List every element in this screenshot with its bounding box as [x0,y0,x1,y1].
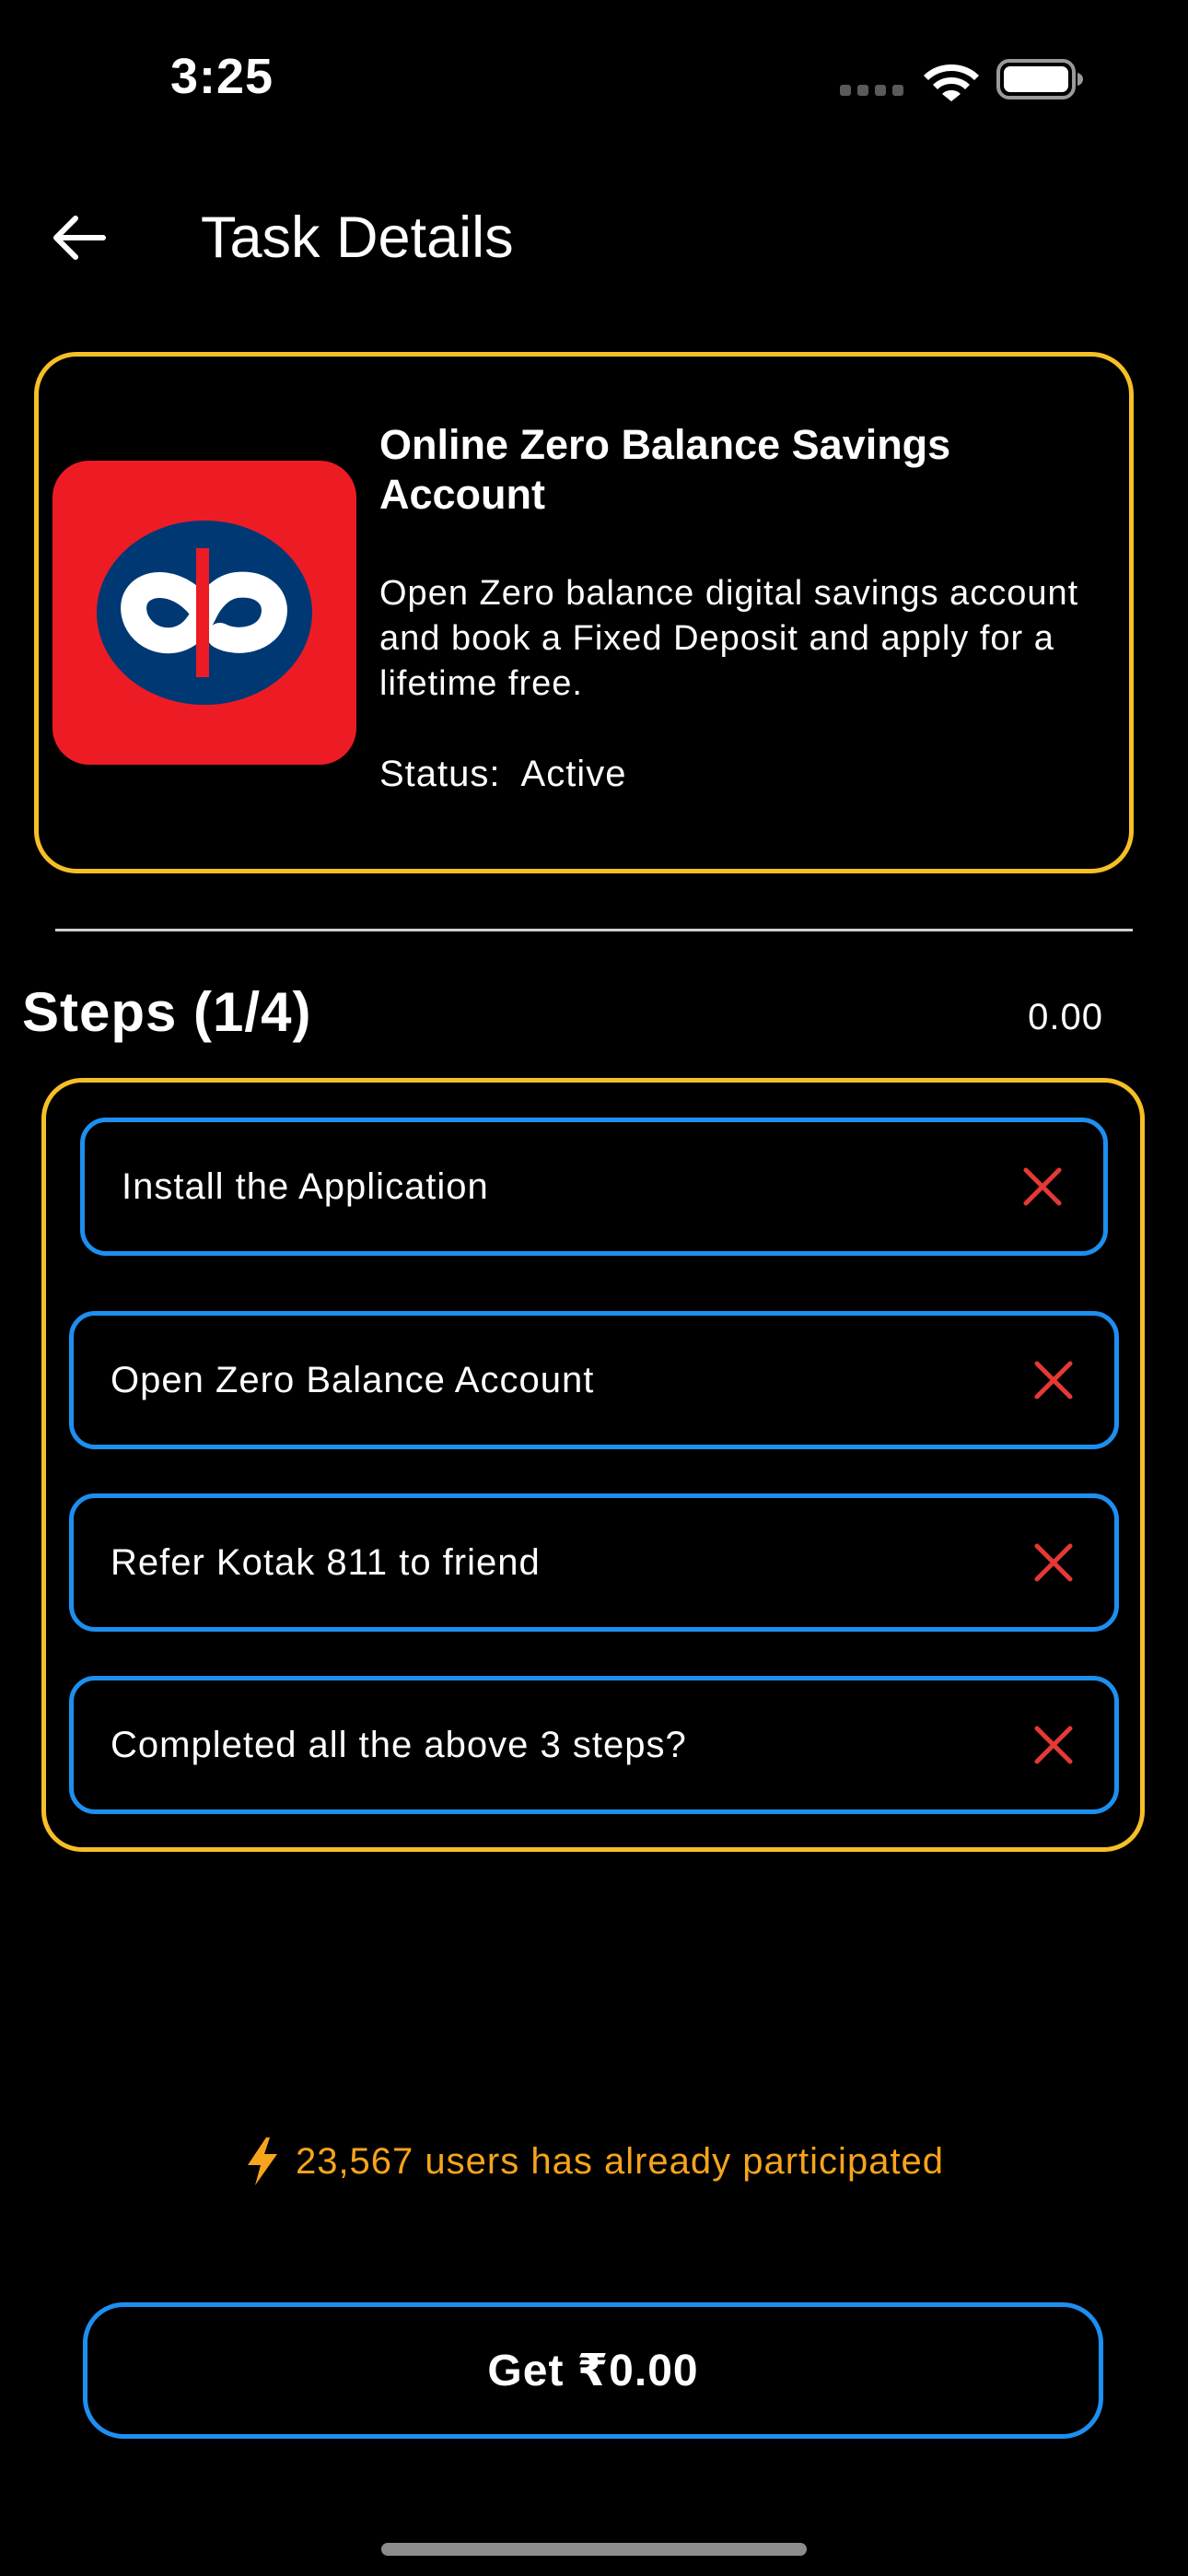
home-indicator[interactable] [381,2543,807,2556]
step-label: Refer Kotak 811 to friend [111,1541,541,1583]
steps-heading: Steps (1/4) [22,981,312,1043]
kotak-logo [52,461,356,765]
close-icon [1034,1361,1073,1399]
status-label: Status: [379,754,501,794]
section-divider [55,929,1133,931]
step-item[interactable]: Open Zero Balance Account [69,1311,1119,1449]
close-icon [1034,1726,1073,1764]
step-label: Open Zero Balance Account [111,1359,595,1400]
step-item[interactable]: Refer Kotak 811 to friend [69,1493,1119,1632]
step-item[interactable]: Install the Application [80,1118,1108,1256]
step-label: Completed all the above 3 steps? [111,1724,687,1765]
task-description: Open Zero balance digital savings accoun… [379,574,1079,703]
page-title: Task Details [201,205,514,270]
step-item[interactable]: Completed all the above 3 steps? [69,1676,1119,1814]
close-icon [1023,1167,1062,1206]
task-status: Status: Active [379,754,626,795]
battery-icon [996,59,1083,100]
get-reward-button[interactable]: Get ₹0.00 [83,2302,1103,2439]
cellular-signal-icon [840,85,904,96]
wifi-icon [924,64,979,101]
close-icon [1034,1543,1073,1582]
task-title: Online Zero Balance Savings Account [379,421,951,518]
lightning-icon [247,2137,277,2185]
back-arrow-icon[interactable] [48,207,109,268]
participation-text: 23,567 users has already participated [295,2140,945,2182]
step-label: Install the Application [122,1165,489,1207]
steps-amount: 0.00 [1028,997,1103,1037]
status-time: 3:25 [170,49,274,104]
participation-note: 23,567 users has already participated [0,2136,1188,2187]
status-value: Active [520,754,627,794]
